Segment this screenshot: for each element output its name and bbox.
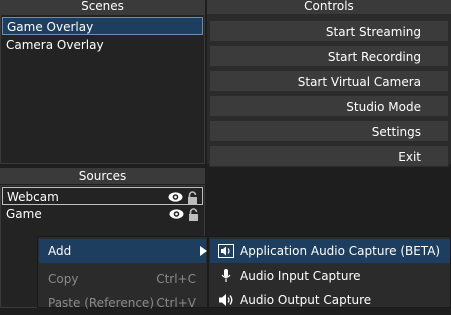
- menu-item-add[interactable]: Add: [39, 239, 207, 263]
- submenu-item-label: Audio Output Capture: [240, 293, 372, 307]
- sources-context-menu: Add Copy Ctrl+C Paste (Reference) Ctrl+V: [37, 236, 208, 310]
- lock-icon[interactable]: [187, 190, 198, 204]
- source-item-webcam[interactable]: Webcam: [2, 187, 203, 205]
- microphone-icon: [221, 269, 231, 282]
- menu-item-label: Add: [48, 244, 72, 258]
- lock-icon[interactable]: [188, 207, 199, 221]
- speaker-icon: [218, 244, 234, 258]
- menu-item-paste-reference[interactable]: Paste (Reference) Ctrl+V: [39, 291, 206, 315]
- start-streaming-button[interactable]: Start Streaming: [209, 20, 449, 42]
- sources-dock-title: Sources: [0, 168, 205, 184]
- eye-icon[interactable]: [169, 208, 184, 220]
- scene-item-game-overlay[interactable]: Game Overlay: [2, 17, 203, 35]
- settings-button[interactable]: Settings: [209, 120, 449, 142]
- source-item-game[interactable]: Game: [2, 205, 203, 223]
- scenes-list[interactable]: Game Overlay Camera Overlay: [0, 14, 205, 164]
- menu-item-shortcut: Ctrl+V: [156, 296, 196, 310]
- source-label: Game: [6, 207, 42, 221]
- start-virtual-camera-button[interactable]: Start Virtual Camera: [209, 70, 449, 92]
- submenu-item-label: Audio Input Capture: [240, 269, 361, 283]
- menu-item-shortcut: Ctrl+C: [156, 272, 196, 286]
- start-recording-button[interactable]: Start Recording: [209, 45, 449, 67]
- submenu-item-audio-input-capture[interactable]: Audio Input Capture: [210, 264, 450, 288]
- submenu-item-label: Application Audio Capture (BETA): [240, 244, 441, 258]
- scenes-dock-title: Scenes: [0, 0, 205, 14]
- controls-dock-title: Controls: [207, 0, 451, 14]
- submenu-item-application-audio-capture[interactable]: Application Audio Capture (BETA): [210, 239, 450, 263]
- add-submenu: Application Audio Capture (BETA) Audio I…: [208, 236, 451, 308]
- source-label: Webcam: [7, 190, 59, 204]
- chevron-right-icon: [200, 246, 207, 256]
- eye-icon[interactable]: [168, 191, 183, 203]
- menu-item-copy[interactable]: Copy Ctrl+C: [39, 267, 206, 291]
- submenu-item-audio-output-capture[interactable]: Audio Output Capture: [210, 288, 450, 312]
- menu-item-label: Copy: [48, 272, 79, 286]
- scene-item-camera-overlay[interactable]: Camera Overlay: [2, 36, 203, 54]
- studio-mode-button[interactable]: Studio Mode: [209, 95, 449, 117]
- exit-button[interactable]: Exit: [209, 145, 449, 167]
- speaker-icon: [219, 294, 233, 306]
